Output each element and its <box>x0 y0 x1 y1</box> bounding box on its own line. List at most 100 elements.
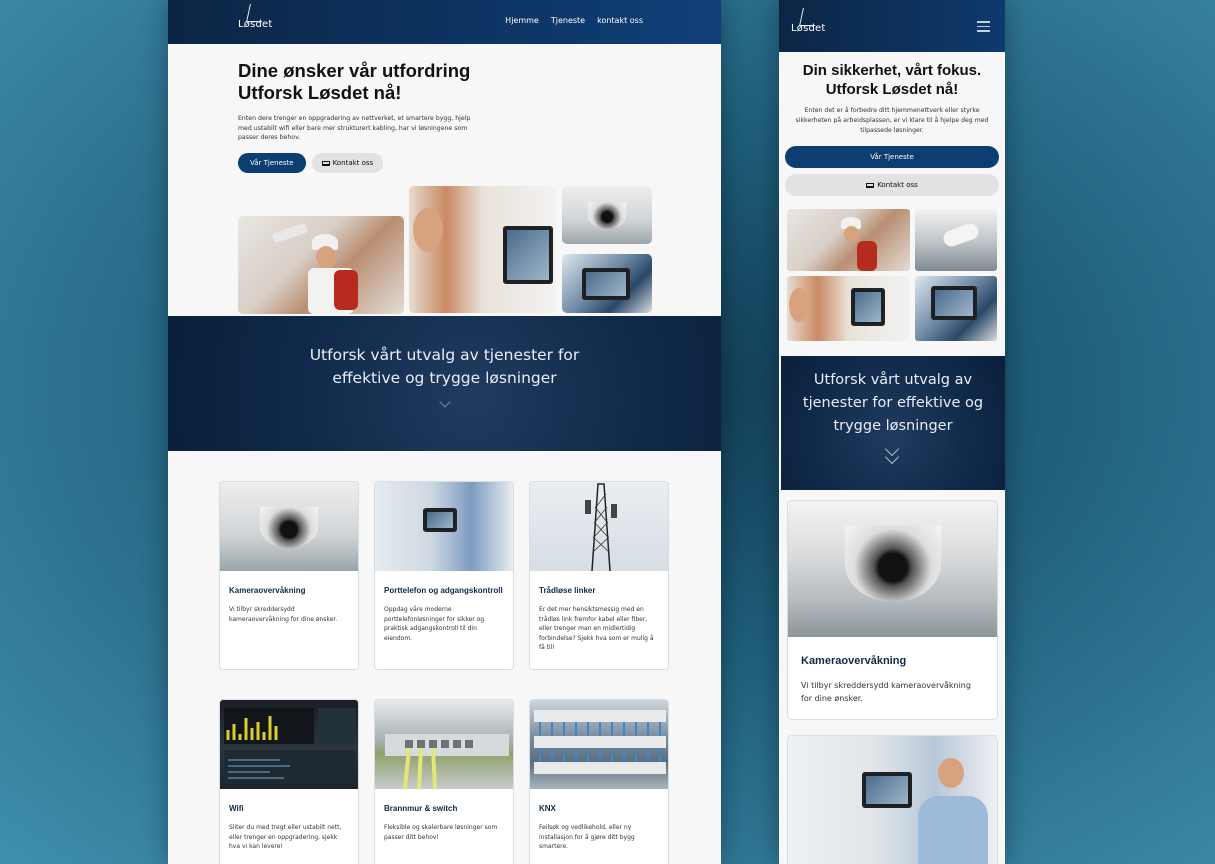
nav-item-kontakt[interactable]: kontakt oss <box>597 16 643 25</box>
mobile-card-kameraovervakning[interactable]: Kameraovervåkning Vi tilbyr skreddersydd… <box>787 500 998 720</box>
mobile-image-tablet <box>915 276 997 341</box>
mobile-services-banner: Utforsk vårt utvalg av tjenester for eff… <box>781 356 1005 490</box>
mobile-hero: Din sikkerhet, vårt fokus. Utforsk Løsde… <box>779 52 1005 136</box>
card-wifi[interactable]: Wifi Sliter du med tregt eller ustabilt … <box>219 699 359 864</box>
shirt-shape <box>918 796 988 864</box>
tablet-shape <box>862 772 912 808</box>
mobile-navbar: Løsdet <box>779 0 1005 52</box>
electrical-panel-icon <box>534 710 666 774</box>
card-text: Vi tilbyr skreddersydd kameraovervåkning… <box>801 681 971 703</box>
card-title: Brannmur & switch <box>384 804 458 813</box>
card-image-panel <box>530 700 668 789</box>
card-text: Sliter du med tregt eller ustabilt nett,… <box>229 824 342 850</box>
card-brannmur-switch[interactable]: Brannmur & switch Fleksible og skalerbar… <box>374 699 514 864</box>
mobile-banner-line1: Utforsk vårt utvalg av <box>813 372 973 388</box>
hero-lead-text: Enten dere trenger en oppgradering av ne… <box>238 115 471 141</box>
face-shape <box>316 246 336 268</box>
card-text: Fleksible og skalerbare løsninger som pa… <box>384 824 498 841</box>
banner-line1: Utforsk vårt utvalg av tjenester for <box>309 346 580 364</box>
services-button[interactable]: Vår Tjeneste <box>238 152 306 173</box>
tablet-shape <box>423 508 457 532</box>
card-title: Wifi <box>229 804 244 813</box>
hero-title-line1: Dine ønsker vår utfordring <box>238 60 471 81</box>
mobile-contact-label: Kontakt oss <box>877 181 918 189</box>
camera-mount-shape <box>271 222 309 244</box>
card-image-switch <box>375 700 513 790</box>
mobile-banner-heading: Utforsk vårt utvalg av tjenester for eff… <box>781 369 1005 438</box>
mobile-contact-button[interactable]: Kontakt oss <box>785 174 999 196</box>
card-text: Feilsøk og vedlikehold, eller ny install… <box>539 824 635 850</box>
wall-tablet-shape <box>503 226 553 284</box>
card-title: Kameraovervåkning <box>229 586 306 595</box>
network-switch-icon <box>385 734 509 790</box>
mobile-card-image-intercom <box>788 736 997 864</box>
woman-face-shape <box>413 208 443 252</box>
card-image-intercom <box>375 482 513 571</box>
woman-face-shape <box>938 758 964 788</box>
mobile-hero-title: Din sikkerhet, vårt fokus. Utforsk Løsde… <box>787 61 997 99</box>
laptop-icon <box>321 160 330 166</box>
card-porttelefon[interactable]: Porttelefon og adgangskontroll Oppdag vå… <box>374 481 514 670</box>
laptop-icon <box>866 183 875 188</box>
nav-item-hjemme[interactable]: Hjemme <box>505 16 539 25</box>
services-banner: Utforsk vårt utvalg av tjenester for eff… <box>168 316 721 451</box>
woman-face-shape <box>789 288 809 322</box>
card-knx[interactable]: KNX Feilsøk og vedlikehold, eller ny ins… <box>529 699 669 864</box>
hero-title-line2: Utforsk Løsdet nå! <box>238 82 402 103</box>
overall-strap-shape <box>857 241 877 271</box>
hero-image-technician <box>238 216 404 314</box>
hamburger-menu-icon[interactable] <box>977 21 990 35</box>
hero-title: Dine ønsker vår utfordring Utforsk Løsde… <box>238 60 721 104</box>
mobile-services-button[interactable]: Vår Tjeneste <box>785 146 999 168</box>
mobile-banner-line2: tjenester for effektive og <box>802 395 984 411</box>
hero-image-intercom <box>409 186 556 313</box>
contact-button[interactable]: Kontakt oss <box>311 152 384 173</box>
card-image-dashboard <box>220 700 358 789</box>
hero-image-dome-camera <box>562 186 652 244</box>
site-logo[interactable]: Løsdet <box>791 8 826 34</box>
tablet-screen-shape <box>931 286 977 320</box>
tablet-screen-shape <box>582 268 630 300</box>
mobile-preview: Løsdet Din sikkerhet, vårt fokus. Utfors… <box>779 0 1005 864</box>
double-chevron-down-icon[interactable] <box>884 441 900 466</box>
card-image-camera <box>220 482 358 571</box>
card-text: Oppdag våre moderne porttelefonløsninger… <box>384 606 485 642</box>
hero-buttons: Vår Tjeneste Kontakt oss <box>238 152 721 173</box>
top-navbar: Løsdet Hjemme Tjeneste kontakt oss <box>168 0 721 44</box>
card-title: Kameraovervåkning <box>801 655 907 667</box>
card-text: Vi tilbyr skreddersydd kameraovervåkning… <box>229 606 338 623</box>
mobile-image-bullet-camera <box>915 209 997 271</box>
mobile-title-line2: Utforsk Løsdet nå! <box>825 81 959 98</box>
card-tradlose-linker[interactable]: Trådløse linker Er det mer hensiktsmessi… <box>529 481 669 670</box>
contact-button-label: Kontakt oss <box>332 158 374 167</box>
overall-strap-shape <box>334 270 358 310</box>
mobile-image-intercom <box>787 276 910 341</box>
dome-camera-shape <box>844 525 941 602</box>
nav-menu: Hjemme Tjeneste kontakt oss <box>505 16 643 25</box>
card-text: Er det mer hensiktsmessig med en trådløs… <box>539 606 654 651</box>
nav-item-tjeneste[interactable]: Tjeneste <box>551 16 585 25</box>
hero-section: Dine ønsker vår utfordring Utforsk Løsde… <box>168 44 721 316</box>
site-logo[interactable]: Løsdet <box>238 4 273 30</box>
wall-tablet-shape <box>851 288 885 326</box>
antenna-tower-icon <box>585 483 617 572</box>
banner-line2: effektive og trygge løsninger <box>332 369 557 387</box>
desktop-preview: Løsdet Hjemme Tjeneste kontakt oss Dine … <box>168 0 721 864</box>
bullet-camera-shape <box>941 221 981 249</box>
dashboard-chart-icon <box>224 708 356 784</box>
chevron-down-icon[interactable] <box>438 396 451 408</box>
mobile-card-porttelefon[interactable] <box>787 735 998 864</box>
dome-camera-shape <box>588 202 626 229</box>
card-title: Trådløse linker <box>539 586 596 595</box>
card-image-tower <box>530 482 668 572</box>
mobile-banner-line3: trygge løsninger <box>833 418 953 434</box>
hero-image-tablet <box>562 254 652 313</box>
card-title: Porttelefon og adgangskontroll <box>384 586 503 595</box>
mobile-card-image-camera <box>788 501 997 637</box>
dome-camera-shape <box>260 506 318 548</box>
banner-heading: Utforsk vårt utvalg av tjenester for eff… <box>168 344 721 390</box>
card-title: KNX <box>539 804 556 813</box>
card-kameraovervakning[interactable]: Kameraovervåkning Vi tilbyr skreddersydd… <box>219 481 359 670</box>
mobile-title-line1: Din sikkerhet, vårt fokus. <box>802 62 982 79</box>
mobile-image-technician <box>787 209 910 271</box>
